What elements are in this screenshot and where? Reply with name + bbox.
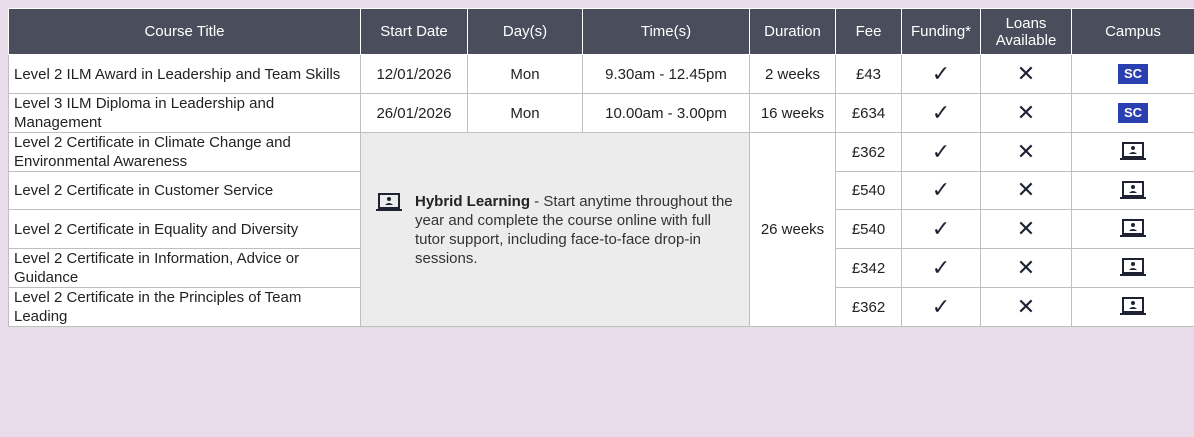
course-title[interactable]: Level 2 Certificate in Information, Advi…	[8, 248, 361, 288]
campus-cell	[1071, 248, 1194, 288]
table-row[interactable]: Level 2 Certificate in Climate Change an…	[8, 132, 1194, 327]
course-title[interactable]: Level 3 ILM Diploma in Leadership and Ma…	[8, 93, 361, 133]
header-campus[interactable]: Campus	[1071, 8, 1194, 55]
fee: £342	[835, 248, 902, 288]
times: 9.30am - 12.45pm	[582, 54, 750, 94]
campus-cell	[1071, 171, 1194, 210]
funding-cell: ✓	[901, 54, 981, 94]
check-icon: ✓	[931, 99, 951, 125]
laptop-icon	[1120, 180, 1146, 199]
laptop-icon	[376, 192, 402, 211]
fee: £362	[835, 287, 902, 327]
funding-cell: ✓	[901, 93, 981, 133]
cross-icon: ✕	[1016, 177, 1036, 202]
days: Mon	[467, 93, 583, 133]
cross-icon: ✕	[1016, 293, 1036, 319]
duration: 16 weeks	[749, 93, 836, 133]
funding-cell: ✓	[901, 209, 981, 249]
cross-icon: ✕	[1016, 215, 1036, 241]
check-icon: ✓	[931, 293, 951, 319]
campus-cell	[1071, 209, 1194, 249]
fee: £540	[835, 209, 902, 249]
campus-cell	[1071, 132, 1194, 172]
days: Mon	[467, 54, 583, 94]
funding-cell: ✓	[901, 171, 981, 210]
course-title[interactable]: Level 2 Certificate in Equality and Dive…	[8, 209, 361, 249]
loans-cell: ✕	[980, 54, 1072, 94]
course-title[interactable]: Level 2 Certificate in Climate Change an…	[8, 132, 361, 172]
course-title[interactable]: Level 2 ILM Award in Leadership and Team…	[8, 54, 361, 94]
start-date: 26/01/2026	[360, 93, 468, 133]
header-days[interactable]: Day(s)	[467, 8, 583, 55]
campus-badge: SC	[1118, 64, 1148, 84]
header-loans[interactable]: Loans Available	[980, 8, 1072, 55]
duration: 2 weeks	[749, 54, 836, 94]
course-table-container: Course Title Start Date Day(s) Time(s) D…	[8, 8, 1194, 327]
course-title[interactable]: Level 2 Certificate in the Principles of…	[8, 287, 361, 327]
loans-cell: ✕	[980, 171, 1072, 210]
header-duration[interactable]: Duration	[749, 8, 836, 55]
loans-cell: ✕	[980, 93, 1072, 133]
campus-cell	[1071, 287, 1194, 327]
check-icon: ✓	[931, 60, 951, 86]
cross-icon: ✕	[1016, 60, 1036, 86]
campus-cell: SC	[1071, 54, 1194, 94]
check-icon: ✓	[931, 177, 951, 202]
fee: £43	[835, 54, 902, 94]
funding-cell: ✓	[901, 287, 981, 327]
loans-cell: ✕	[980, 209, 1072, 249]
check-icon: ✓	[931, 138, 951, 164]
cross-icon: ✕	[1016, 254, 1036, 280]
cross-icon: ✕	[1016, 99, 1036, 125]
campus-badge: SC	[1118, 103, 1148, 123]
table-row[interactable]: Level 3 ILM Diploma in Leadership and Ma…	[8, 93, 1194, 133]
table-row[interactable]: Level 2 ILM Award in Leadership and Team…	[8, 54, 1194, 94]
course-table: Course Title Start Date Day(s) Time(s) D…	[8, 8, 1194, 327]
check-icon: ✓	[931, 215, 951, 241]
funding-cell: ✓	[901, 132, 981, 172]
hybrid-description: Hybrid Learning - Start anytime througho…	[415, 192, 741, 268]
header-fee[interactable]: Fee	[835, 8, 902, 55]
fee: £540	[835, 171, 902, 210]
campus-cell: SC	[1071, 93, 1194, 133]
laptop-icon	[1120, 142, 1146, 160]
loans-cell: ✕	[980, 287, 1072, 327]
times: 10.00am - 3.00pm	[582, 93, 750, 133]
funding-cell: ✓	[901, 248, 981, 288]
header-start-date[interactable]: Start Date	[360, 8, 468, 55]
hybrid-learning-note: Hybrid Learning - Start anytime througho…	[360, 132, 750, 327]
header-course-title[interactable]: Course Title	[8, 8, 361, 55]
loans-cell: ✕	[980, 132, 1072, 172]
header-times[interactable]: Time(s)	[582, 8, 750, 55]
fee: £634	[835, 93, 902, 133]
check-icon: ✓	[931, 254, 951, 280]
header-funding[interactable]: Funding*	[901, 8, 981, 55]
loans-cell: ✕	[980, 248, 1072, 288]
start-date: 12/01/2026	[360, 54, 468, 94]
laptop-icon	[1120, 297, 1146, 315]
course-title[interactable]: Level 2 Certificate in Customer Service	[8, 171, 361, 210]
header-row: Course Title Start Date Day(s) Time(s) D…	[8, 8, 1194, 55]
hybrid-title: Hybrid Learning	[415, 192, 531, 210]
hybrid-duration: 26 weeks	[749, 132, 836, 327]
cross-icon: ✕	[1016, 138, 1036, 164]
laptop-icon	[1120, 219, 1146, 237]
laptop-icon	[1120, 258, 1146, 276]
fee: £362	[835, 132, 902, 172]
